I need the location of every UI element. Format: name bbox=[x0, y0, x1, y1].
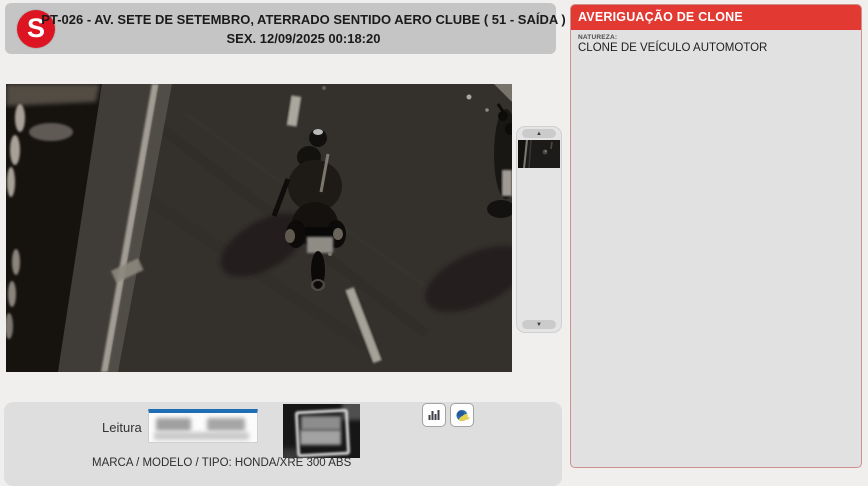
down-arrow-icon: ▼ bbox=[536, 322, 542, 328]
blurred-plate-text bbox=[207, 418, 245, 431]
thumbnail-image bbox=[518, 140, 560, 168]
bar-chart-icon bbox=[427, 408, 441, 422]
header-titles: PT-026 - AV. SETE DE SETEMBRO, ATERRADO … bbox=[59, 3, 548, 54]
alert-panel-body: NATUREZA: CLONE DE VEÍCULO AUTOMOTOR bbox=[571, 30, 861, 58]
night-road-scene bbox=[6, 84, 512, 372]
globe-swoosh-icon bbox=[455, 408, 470, 423]
vehicle-info-text: MARCA / MODELO / TIPO: HONDA/XRE 300 ABS bbox=[92, 457, 351, 469]
capture-photo[interactable] bbox=[6, 84, 512, 372]
nature-value: CLONE DE VEÍCULO AUTOMOTOR bbox=[578, 42, 854, 54]
blurred-plate-region bbox=[301, 416, 341, 430]
blurred-plate-text bbox=[154, 432, 249, 440]
capture-thumbnail[interactable] bbox=[518, 140, 560, 168]
up-arrow-icon: ▲ bbox=[536, 131, 542, 137]
plate-reading-input[interactable] bbox=[148, 409, 258, 443]
blurred-plate-region bbox=[300, 430, 341, 445]
helmet-highlight bbox=[313, 129, 323, 135]
header-bar: S PT-026 - AV. SETE DE SETEMBRO, ATERRAD… bbox=[5, 3, 556, 54]
plate-crop-image[interactable] bbox=[283, 404, 360, 458]
license-plate-blurred bbox=[307, 237, 333, 253]
alert-panel-title: AVERIGUAÇÃO DE CLONE bbox=[571, 5, 861, 30]
histogram-button[interactable] bbox=[422, 403, 446, 427]
alert-panel: AVERIGUAÇÃO DE CLONE NATUREZA: CLONE DE … bbox=[570, 4, 862, 468]
reading-label: Leitura bbox=[102, 420, 142, 435]
blurred-plate-text bbox=[156, 418, 191, 431]
scroll-down-button[interactable]: ▼ bbox=[522, 320, 556, 329]
camera-location-title: PT-026 - AV. SETE DE SETEMBRO, ATERRADO … bbox=[41, 12, 565, 27]
thumbnail-carousel: ▲ ▼ bbox=[516, 126, 562, 333]
page: { "header": { "logo_letter": "S", "locat… bbox=[0, 0, 868, 480]
capture-datetime: SEX. 12/09/2025 00:18:20 bbox=[227, 31, 381, 46]
scroll-up-button[interactable]: ▲ bbox=[522, 129, 556, 138]
clone-check-button[interactable] bbox=[450, 403, 474, 427]
reading-panel: Leitura bbox=[4, 402, 562, 486]
nature-label: NATUREZA: bbox=[578, 34, 854, 41]
